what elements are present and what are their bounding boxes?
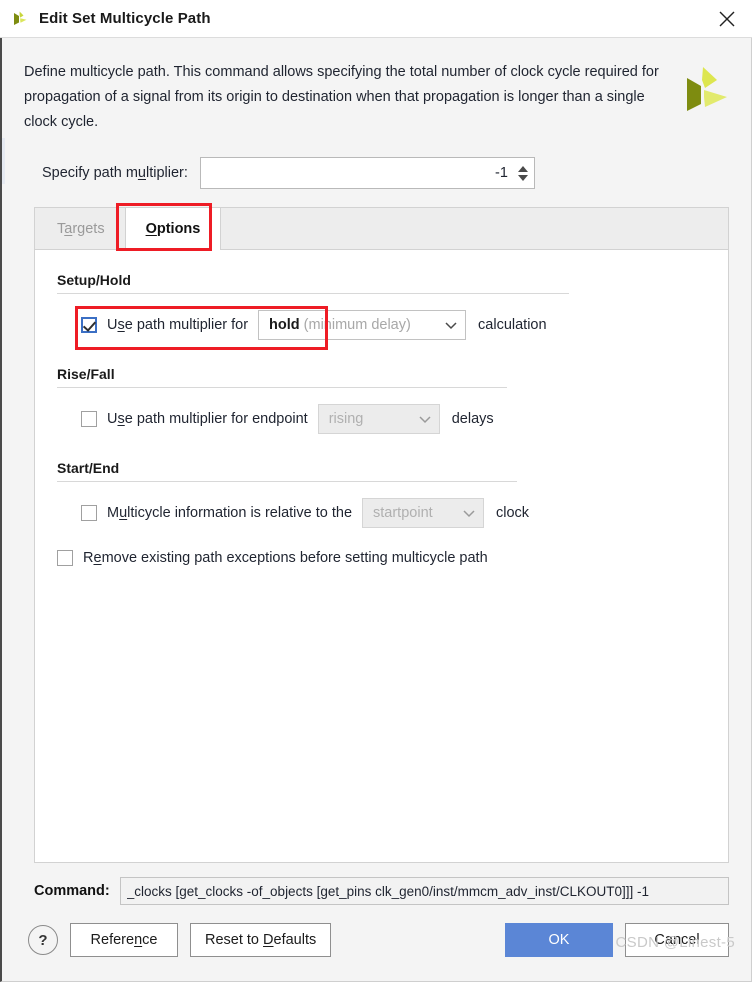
tab-targets-label: Targets <box>57 220 105 237</box>
endpoint-multiplier-label: Use path multiplier for endpoint <box>107 411 308 427</box>
help-icon-button[interactable]: ? <box>28 925 58 955</box>
remove-exceptions-checkbox[interactable] <box>57 550 73 566</box>
edit-set-multicycle-path-dialog: Edit Set Multicycle Path Define multicyc… <box>0 0 752 982</box>
reset-to-defaults-button-label: Reset to Defaults <box>205 932 317 948</box>
spinner-arrows[interactable] <box>516 160 530 186</box>
path-multiplier-spinner[interactable]: -1 <box>199 157 535 189</box>
reset-to-defaults-button[interactable]: Reset to Defaults <box>190 923 332 957</box>
tab-options-label: Options <box>145 221 201 237</box>
section-divider-start-end <box>57 481 517 482</box>
rise-fall-dropdown[interactable]: rising <box>317 404 440 434</box>
reference-button[interactable]: Reference <box>70 923 178 957</box>
command-bar: Command: _clocks [get_clocks -of_objects… <box>2 863 751 905</box>
start-end-dropdown[interactable]: startpoint <box>362 498 485 528</box>
path-multiplier-label: Specify path multiplier: <box>42 165 188 181</box>
command-value: _clocks [get_clocks -of_objects [get_pin… <box>126 883 649 899</box>
start-end-row: Multicycle information is relative to th… <box>57 498 706 528</box>
start-end-suffix-label: clock <box>496 505 530 521</box>
rise-fall-row: Use path multiplier for endpoint rising … <box>57 404 706 434</box>
section-title-setup-hold: Setup/Hold <box>57 272 131 288</box>
triangle-down-icon[interactable] <box>517 174 528 181</box>
button-bar: ? Reference Reset to Defaults OK Cancel … <box>2 905 751 957</box>
use-path-multiplier-checkbox[interactable] <box>81 317 97 333</box>
command-label: Command: <box>34 883 110 899</box>
page-title: Edit Set Multicycle Path <box>39 10 211 27</box>
description-text: Define multicycle path. This command all… <box>24 64 659 130</box>
path-multiplier-row: Specify path multiplier: -1 <box>2 135 751 189</box>
description-row: Define multicycle path. This command all… <box>2 38 751 135</box>
remove-exceptions-label: Remove existing path exceptions before s… <box>83 550 488 566</box>
path-multiplier-value: -1 <box>495 165 508 181</box>
start-end-dropdown-value: startpoint <box>373 505 433 521</box>
endpoint-multiplier-checkbox[interactable] <box>81 411 97 427</box>
section-divider-rise-fall <box>57 387 507 388</box>
chevron-down-icon[interactable] <box>461 508 477 518</box>
setup-hold-dropdown[interactable]: hold (minimum delay) <box>258 310 467 340</box>
relative-clock-label: Multicycle information is relative to th… <box>107 505 353 521</box>
triangle-up-icon[interactable] <box>517 165 528 172</box>
dialog-body: Define multicycle path. This command all… <box>0 38 752 982</box>
section-divider-setup-hold <box>57 293 569 294</box>
chevron-down-icon[interactable] <box>443 320 459 330</box>
section-title-rise-fall: Rise/Fall <box>57 366 115 382</box>
left-edge-accent <box>2 138 5 184</box>
title-bar: Edit Set Multicycle Path <box>0 0 752 38</box>
setup-hold-row: Use path multiplier for hold (minimum de… <box>57 306 706 350</box>
setup-hold-dropdown-value: hold <box>269 317 300 333</box>
rise-fall-suffix-label: delays <box>451 411 494 427</box>
tab-options[interactable]: Options <box>124 208 222 250</box>
tab-targets[interactable]: Targets <box>37 208 125 249</box>
setup-hold-suffix-label: calculation <box>478 317 547 333</box>
relative-clock-checkbox[interactable] <box>81 505 97 521</box>
rise-fall-dropdown-value: rising <box>328 411 364 427</box>
tabs-container: Targets Options Setup/Hold Use path mult… <box>34 203 729 863</box>
watermark: CSDN @Linest-5 <box>615 934 735 951</box>
close-icon[interactable] <box>712 4 742 34</box>
use-path-multiplier-label: Use path multiplier for <box>107 317 249 333</box>
options-panel: Setup/Hold Use path multiplier for hold … <box>34 249 729 863</box>
remove-exceptions-row: Remove existing path exceptions before s… <box>57 550 706 566</box>
vivado-pinwheel-icon <box>10 9 30 29</box>
reference-button-label: Reference <box>90 932 158 948</box>
vivado-pinwheel-logo <box>675 64 729 118</box>
setup-hold-dropdown-hint: (minimum delay) <box>303 317 411 333</box>
chevron-down-icon[interactable] <box>417 414 433 424</box>
ok-button[interactable]: OK <box>505 923 613 957</box>
section-title-start-end: Start/End <box>57 460 120 476</box>
tab-strip: Targets Options <box>34 207 729 250</box>
command-field[interactable]: _clocks [get_clocks -of_objects [get_pin… <box>119 877 729 905</box>
